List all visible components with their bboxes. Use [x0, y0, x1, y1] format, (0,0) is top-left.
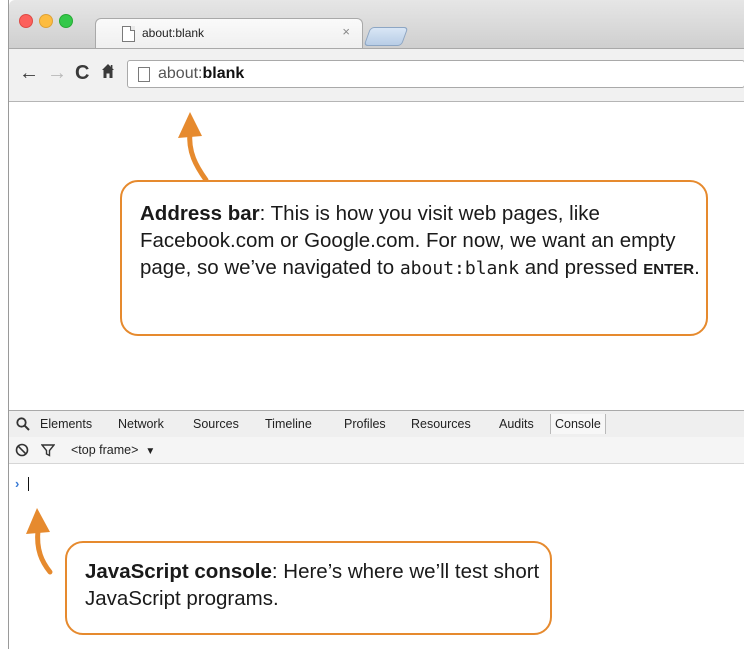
- new-tab-button[interactable]: [363, 27, 409, 46]
- maximize-window-button[interactable]: [59, 14, 73, 28]
- console-callout: JavaScript console: Here’s where we’ll t…: [65, 541, 552, 635]
- console-callout-text: JavaScript console: Here’s where we’ll t…: [85, 560, 540, 610]
- console-toolbar: <top frame> ▼: [9, 437, 744, 464]
- forward-arrow-icon[interactable]: →: [47, 62, 67, 84]
- console-input-caret[interactable]: [28, 477, 29, 491]
- page-icon: [138, 67, 150, 82]
- tab-sources[interactable]: Sources: [193, 417, 239, 431]
- tab-strip: about:blank ×: [9, 0, 744, 49]
- toolbar: ← → C about:blank: [9, 48, 744, 102]
- page-icon: [122, 26, 135, 42]
- tab-close-icon[interactable]: ×: [342, 24, 350, 39]
- close-window-button[interactable]: [19, 14, 33, 28]
- address-bar-url: about:blank: [158, 65, 245, 82]
- filter-icon[interactable]: [41, 443, 55, 457]
- minimize-window-button[interactable]: [39, 14, 53, 28]
- tab-title: about:blank: [142, 26, 205, 40]
- tab-console[interactable]: Console: [550, 414, 606, 434]
- devtools-tab-bar: Elements Network Sources Timeline Profil…: [9, 410, 744, 438]
- tab-timeline[interactable]: Timeline: [265, 417, 312, 431]
- frame-selector[interactable]: <top frame> ▼: [71, 443, 155, 457]
- console-prompt-icon: ›: [15, 476, 20, 491]
- address-bar-callout: Address bar: This is how you visit web p…: [120, 180, 708, 336]
- address-bar[interactable]: about:blank: [127, 60, 744, 88]
- arrow-to-address-bar-icon: [178, 112, 209, 183]
- reload-icon[interactable]: C: [75, 62, 89, 84]
- tab-profiles[interactable]: Profiles: [344, 417, 386, 431]
- tab-network[interactable]: Network: [118, 417, 164, 431]
- back-arrow-icon[interactable]: ←: [19, 62, 39, 84]
- tab-audits[interactable]: Audits: [499, 417, 534, 431]
- address-bar-callout-text: Address bar: This is how you visit web p…: [140, 202, 700, 279]
- chevron-down-icon: ▼: [145, 446, 156, 457]
- tab-elements[interactable]: Elements: [40, 417, 92, 431]
- clear-console-icon[interactable]: [15, 443, 29, 457]
- search-icon[interactable]: [15, 416, 31, 432]
- tab-about-blank[interactable]: about:blank ×: [95, 18, 363, 49]
- home-icon[interactable]: [101, 63, 115, 79]
- tab-resources[interactable]: Resources: [411, 417, 471, 431]
